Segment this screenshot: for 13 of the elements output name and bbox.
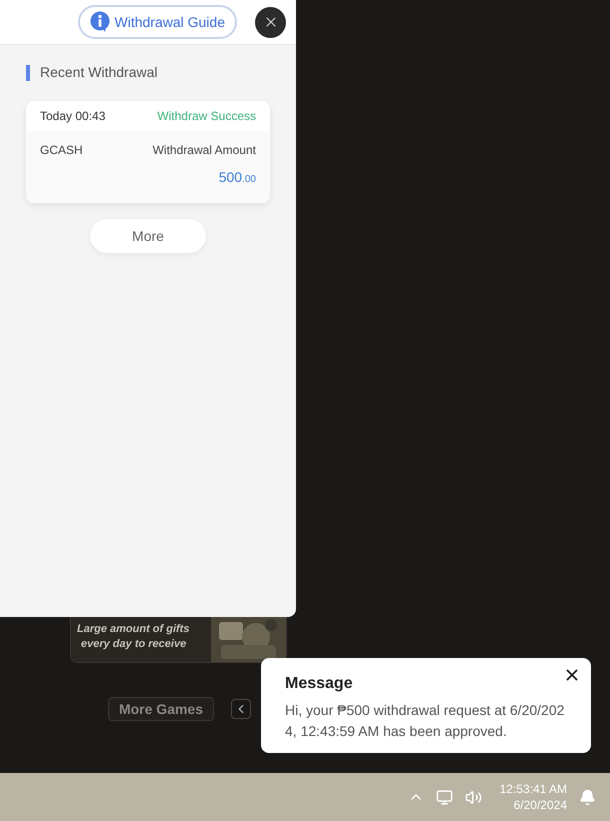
record-status: Withdraw Success (157, 108, 256, 125)
section-title: Recent Withdrawal (40, 63, 158, 82)
toast-title: Message (285, 674, 354, 694)
amount-value: 500.00 (218, 168, 256, 187)
toast-message: Hi, your ₱500 withdrawal request at 6/20/2024, 12:43:59 AM has been approved. (285, 701, 566, 741)
more-button[interactable]: More (90, 219, 206, 253)
withdrawal-guide-button[interactable]: Withdrawal Guide (78, 5, 237, 39)
banner-caption: every day to receive (80, 637, 188, 652)
record-time: Today 00:43 (40, 108, 106, 125)
payment-method: GCASH (40, 142, 83, 159)
amount-label: Withdrawal Amount (152, 142, 256, 159)
more-games-button[interactable]: More Games (108, 697, 214, 721)
banner-caption: Large amount of gifts (77, 622, 190, 637)
